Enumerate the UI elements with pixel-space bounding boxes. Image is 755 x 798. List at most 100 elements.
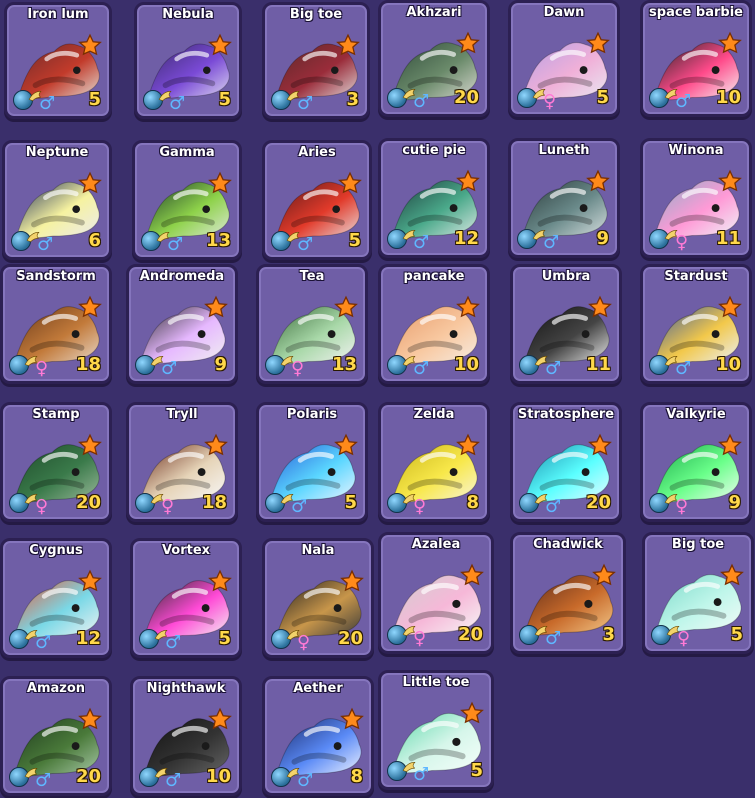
rating-star-icon — [338, 171, 362, 194]
dragon-name: Stardust — [664, 269, 728, 284]
dragon-card[interactable]: Tea ♀ 13 — [256, 264, 368, 384]
dragon-name: cutie pie — [402, 143, 466, 158]
dragon-name: Chadwick — [533, 537, 603, 552]
dragon-card[interactable]: Polaris ♂ 5 — [256, 402, 368, 522]
dragon-card[interactable]: Winona ♀ 11 — [640, 138, 752, 258]
dragon-card[interactable]: Big toe ♂ 3 — [262, 2, 370, 119]
dragon-card[interactable]: Valkyrie ♀ 9 — [640, 402, 752, 522]
rating-star-icon — [340, 707, 364, 730]
dragon-name: Amazon — [26, 681, 86, 696]
dragon-card[interactable]: Neptune ♂ 6 — [2, 140, 112, 260]
rating-star-icon — [456, 31, 480, 54]
dragon-card[interactable]: Umbra ♂ 11 — [510, 264, 622, 384]
dragon-level: 5 — [470, 760, 483, 781]
dragon-card[interactable]: Andromeda ♂ 9 — [126, 264, 238, 384]
dragon-level: 12 — [75, 628, 101, 649]
dragon-name: Andromeda — [139, 269, 225, 284]
dragon-roster-grid: Iron lum ♂ 5 Nebula ♂ 5 Big toe ♂ 3 Akhz… — [0, 0, 755, 798]
dragon-card[interactable]: Tryll ♀ 18 — [126, 402, 238, 522]
rating-star-icon — [456, 295, 480, 318]
rating-star-icon — [340, 569, 364, 592]
dragon-name: Stamp — [32, 407, 80, 422]
dragon-level: 13 — [331, 354, 357, 375]
male-icon: ♂ — [37, 234, 54, 255]
dragon-card[interactable]: space barbie ♂ 10 — [640, 0, 752, 117]
dragon-name: Zelda — [413, 407, 455, 422]
dragon-level: 5 — [348, 230, 361, 251]
female-icon: ♀ — [291, 358, 305, 379]
dragon-level: 9 — [596, 228, 609, 249]
dragon-name: Vortex — [161, 543, 211, 558]
dragon-card[interactable]: Luneth ♂ 9 — [508, 138, 620, 258]
male-icon: ♂ — [545, 496, 562, 517]
dragon-card[interactable]: Amazon ♂ 20 — [0, 676, 112, 796]
dragon-name: Gamma — [159, 145, 215, 160]
dragon-card[interactable]: Stardust ♂ 10 — [640, 264, 752, 384]
dragon-card[interactable]: Stamp ♀ 20 — [0, 402, 112, 522]
dragon-card[interactable]: Chadwick ♂ 3 — [510, 532, 626, 654]
male-icon: ♂ — [543, 232, 560, 253]
rating-star-icon — [456, 169, 480, 192]
dragon-card[interactable]: Akhzari ♂ 20 — [378, 0, 490, 117]
dragon-card[interactable]: Little toe ♂ 5 — [378, 670, 494, 790]
dragon-level: 10 — [205, 766, 231, 787]
dragon-level: 11 — [715, 228, 741, 249]
dragon-name: Big toe — [671, 537, 725, 552]
rating-star-icon — [586, 169, 610, 192]
dragon-name: Azalea — [411, 537, 461, 552]
dragon-level: 8 — [350, 766, 363, 787]
dragon-level: 10 — [715, 354, 741, 375]
dragon-level: 20 — [337, 628, 363, 649]
female-icon: ♀ — [161, 496, 175, 517]
rating-star-icon — [588, 295, 612, 318]
male-icon: ♂ — [35, 632, 52, 653]
rating-star-icon — [592, 563, 616, 586]
dragon-card[interactable]: Dawn ♀ 5 — [508, 0, 620, 117]
dragon-card[interactable]: Vortex ♂ 5 — [130, 538, 242, 658]
rating-star-icon — [204, 295, 228, 318]
rating-star-icon — [460, 701, 484, 724]
dragon-name: Iron lum — [27, 7, 89, 22]
rating-star-icon — [456, 433, 480, 456]
dragon-card[interactable]: Nighthawk ♂ 10 — [130, 676, 242, 796]
dragon-card[interactable]: Aries ♂ 5 — [262, 140, 372, 260]
dragon-name: Polaris — [286, 407, 338, 422]
dragon-card[interactable]: Nebula ♂ 5 — [134, 2, 242, 119]
dragon-card[interactable]: Big toe ♀ 5 — [642, 532, 754, 654]
dragon-name: Luneth — [538, 143, 590, 158]
dragon-card[interactable]: Nala ♀ 20 — [262, 538, 374, 658]
dragon-name: Tryll — [166, 407, 198, 422]
dragon-level: 11 — [585, 354, 611, 375]
dragon-card[interactable]: Stratosphere ♂ 20 — [510, 402, 622, 522]
dragon-card[interactable]: Cygnus ♂ 12 — [0, 538, 112, 658]
dragon-level: 10 — [453, 354, 479, 375]
female-icon: ♀ — [297, 632, 311, 653]
male-icon: ♂ — [413, 764, 430, 785]
female-icon: ♀ — [413, 628, 427, 649]
dragon-card[interactable]: Gamma ♂ 13 — [132, 140, 242, 260]
dragon-card[interactable]: Sandstorm ♀ 18 — [0, 264, 112, 384]
female-icon: ♀ — [35, 496, 49, 517]
rating-star-icon — [78, 433, 102, 456]
dragon-level: 18 — [201, 492, 227, 513]
dragon-card[interactable]: Iron lum ♂ 5 — [4, 2, 112, 119]
dragon-level: 12 — [453, 228, 479, 249]
male-icon: ♂ — [545, 358, 562, 379]
dragon-level: 13 — [205, 230, 231, 251]
dragon-level: 8 — [466, 492, 479, 513]
dragon-name: Stratosphere — [517, 407, 615, 422]
dragon-level: 20 — [457, 624, 483, 645]
dragon-card[interactable]: Azalea ♀ 20 — [378, 532, 494, 654]
rating-star-icon — [718, 295, 742, 318]
dragon-card[interactable]: cutie pie ♂ 12 — [378, 138, 490, 258]
dragon-name: Sandstorm — [16, 269, 96, 284]
male-icon: ♂ — [297, 93, 314, 114]
dragon-card[interactable]: pancake ♂ 10 — [378, 264, 490, 384]
male-icon: ♂ — [165, 770, 182, 791]
rating-star-icon — [208, 569, 232, 592]
rating-star-icon — [204, 433, 228, 456]
dragon-card[interactable]: Aether ♂ 8 — [262, 676, 374, 796]
dragon-card[interactable]: Zelda ♀ 8 — [378, 402, 490, 522]
rating-star-icon — [586, 31, 610, 54]
dragon-name: Umbra — [541, 269, 591, 284]
